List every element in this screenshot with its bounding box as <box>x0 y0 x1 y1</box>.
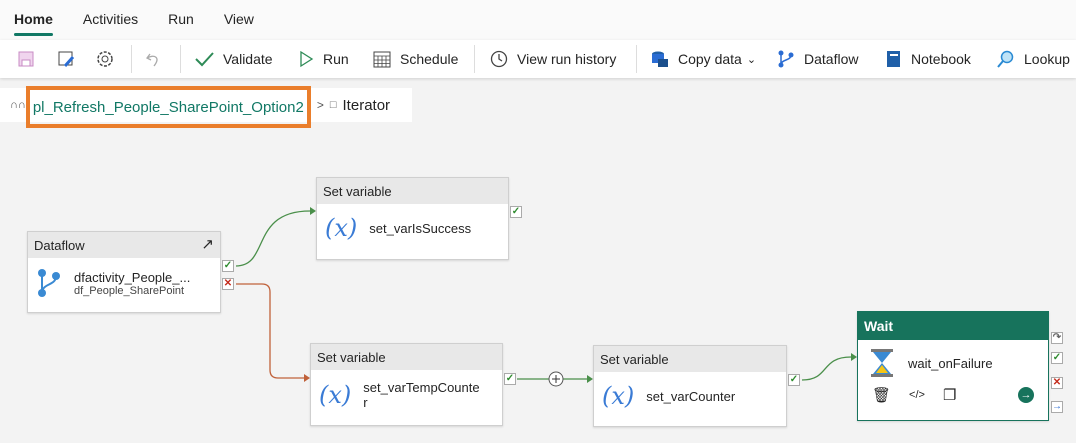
activity-name: set_varIsSuccess <box>369 220 472 236</box>
delete-icon[interactable]: 🗑 <box>872 386 891 404</box>
success-port-icon[interactable]: ✓ <box>222 260 234 272</box>
activity-subtitle: df_People_SharePoint <box>74 284 185 297</box>
variable-icon: (x) <box>325 214 358 242</box>
activity-header: Set variable <box>594 346 786 372</box>
success-connector <box>801 356 852 381</box>
failure-port-icon[interactable]: ✕ <box>1051 377 1063 389</box>
activity-header: Wait <box>858 312 1048 340</box>
dataflow-icon <box>38 269 60 297</box>
activity-header: Set variable <box>311 344 502 370</box>
failure-port-icon[interactable]: ✕ <box>222 278 234 290</box>
success-port-icon[interactable]: ✓ <box>510 206 522 218</box>
activity-header: Dataflow ↗ <box>28 232 220 258</box>
open-external-icon[interactable]: ↗ <box>201 235 214 253</box>
success-port-icon[interactable]: ✓ <box>788 374 800 386</box>
code-icon[interactable]: </> <box>909 389 925 401</box>
dataflow-activity[interactable]: Dataflow ↗ dfactivity_People_... df_People… <box>27 231 221 313</box>
variable-icon: (x) <box>319 381 352 409</box>
set-variable-activity[interactable]: Set variable (x) set_varCounter <box>593 345 787 427</box>
activity-name: set_varCounter <box>646 388 736 404</box>
completion-port-icon[interactable]: → <box>1051 401 1063 413</box>
go-arrow-icon[interactable]: → <box>1018 387 1034 403</box>
failure-connector <box>236 283 304 379</box>
success-port-icon[interactable]: ✓ <box>504 373 516 385</box>
activity-type: Dataflow <box>34 238 85 253</box>
activity-header: Set variable <box>317 178 508 204</box>
success-port-icon[interactable]: ✓ <box>1051 352 1063 364</box>
set-variable-activity[interactable]: Set variable (x) set_varIsSuccess <box>316 177 509 260</box>
variable-icon: (x) <box>602 382 635 410</box>
activity-name: set_varTempCounte r <box>363 380 480 410</box>
success-connector <box>235 210 311 267</box>
hourglass-icon <box>871 349 893 377</box>
copy-icon[interactable]: ❐ <box>943 386 956 404</box>
skip-port-icon[interactable]: ↷ <box>1051 332 1063 344</box>
activity-name: dfactivity_People_... <box>74 269 191 285</box>
wait-activity[interactable]: Wait wait_onFailure 🗑 </> ❐ → <box>857 311 1049 421</box>
set-variable-activity[interactable]: Set variable (x) set_varTempCounte r <box>310 343 503 426</box>
activity-name: wait_onFailure <box>908 355 993 371</box>
